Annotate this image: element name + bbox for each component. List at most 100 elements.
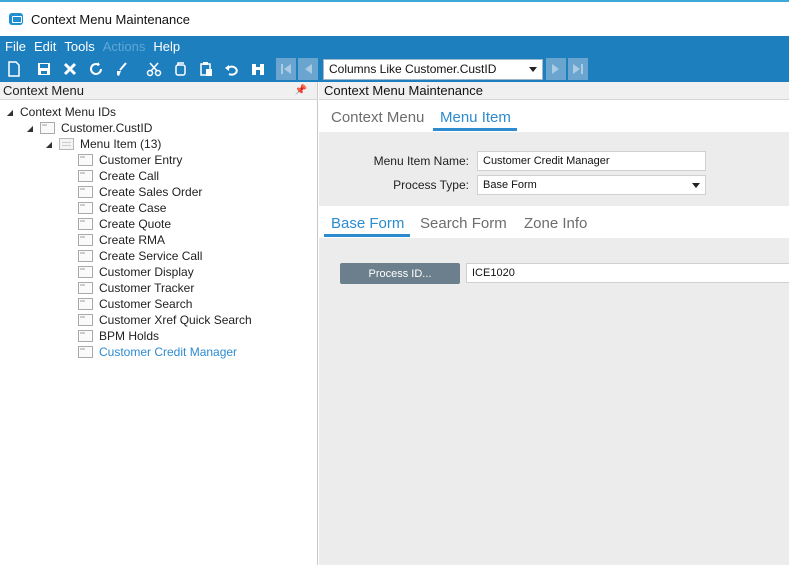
document-icon	[78, 330, 93, 342]
tree-leaf-item[interactable]: Customer Search	[0, 296, 317, 312]
menu-tools[interactable]: Tools	[64, 39, 94, 54]
document-icon	[40, 122, 55, 134]
menu-item-name-label: Menu Item Name:	[373, 154, 469, 168]
tab-context-menu[interactable]: Context Menu	[331, 109, 424, 126]
tree-leaf-label: Create Sales Order	[99, 185, 203, 199]
tree-root-label: Context Menu IDs	[20, 105, 117, 119]
document-icon	[78, 202, 93, 214]
document-icon	[78, 282, 93, 294]
next-record-button[interactable]	[546, 58, 566, 80]
tree-leaf-item[interactable]: Customer Credit Manager	[0, 344, 317, 360]
menu-edit[interactable]: Edit	[34, 39, 56, 54]
document-icon	[78, 346, 93, 358]
main-tabs: Context Menu Menu Item	[319, 100, 789, 132]
tree-leaf-item[interactable]: Customer Entry	[0, 152, 317, 168]
context-menu-panel: Context Menu 📌 ◢ Context Menu IDs ◢ Cust…	[0, 82, 318, 565]
document-icon	[78, 298, 93, 310]
tree-node-menu-item[interactable]: ◢ Menu Item (13)	[0, 136, 317, 152]
tree-leaf-label: Create RMA	[99, 233, 166, 247]
tree-leaf-label: Create Service Call	[99, 249, 203, 263]
tree-leaf-item[interactable]: Create Sales Order	[0, 184, 317, 200]
list-icon	[59, 138, 74, 150]
tree-view: ◢ Context Menu IDs ◢ Customer.CustID ◢ M…	[0, 100, 317, 360]
search-combo-value: Columns Like Customer.CustID	[329, 62, 497, 76]
tree-leaf-label: Customer Entry	[99, 153, 183, 167]
process-id-field[interactable]: ICE1020	[466, 263, 789, 283]
document-icon	[78, 154, 93, 166]
document-icon	[78, 170, 93, 182]
tree-leaf-item[interactable]: Customer Display	[0, 264, 317, 280]
binoculars-icon[interactable]	[248, 59, 268, 79]
document-icon	[78, 218, 93, 230]
tree-leaf-item[interactable]: Create RMA	[0, 232, 317, 248]
document-icon	[78, 314, 93, 326]
tree-leaf-item[interactable]: BPM Holds	[0, 328, 317, 344]
tree-node-label: Menu Item (13)	[80, 137, 162, 151]
refresh-icon[interactable]	[86, 59, 106, 79]
tree-node-label: Customer.CustID	[61, 121, 153, 135]
first-record-button[interactable]	[276, 58, 296, 80]
tree-leaf-label: Create Call	[99, 169, 160, 183]
collapse-icon[interactable]: ◢	[6, 108, 14, 117]
active-tab-indicator	[324, 234, 410, 237]
tree-leaf-item[interactable]: Create Quote	[0, 216, 317, 232]
search-combo[interactable]: Columns Like Customer.CustID	[323, 58, 543, 80]
panel-title: Context Menu	[3, 83, 84, 98]
process-type-select[interactable]: Base Form	[477, 175, 706, 195]
menu-file[interactable]: File	[5, 39, 26, 54]
tree-leaf-label: Create Quote	[99, 217, 172, 231]
tree-root[interactable]: ◢ Context Menu IDs	[0, 104, 317, 120]
process-tabs: Base Form Search Form Zone Info	[319, 206, 789, 238]
tree-leaf-item[interactable]: Create Case	[0, 200, 317, 216]
tree-node-custid[interactable]: ◢ Customer.CustID	[0, 120, 317, 136]
tab-menu-item[interactable]: Menu Item	[440, 109, 511, 126]
maintenance-panel: Context Menu Maintenance Context Menu Me…	[319, 82, 789, 565]
collapse-icon[interactable]: ◢	[45, 140, 53, 149]
document-icon	[78, 234, 93, 246]
pin-icon[interactable]: 📌	[295, 85, 307, 96]
panel-header: Context Menu Maintenance	[319, 82, 789, 100]
tree-leaf-item[interactable]: Create Call	[0, 168, 317, 184]
copy-icon[interactable]	[170, 59, 190, 79]
chevron-down-icon[interactable]	[692, 183, 700, 188]
document-icon	[78, 186, 93, 198]
previous-record-button[interactable]	[298, 58, 318, 80]
active-tab-indicator	[433, 128, 517, 131]
cut-icon[interactable]	[144, 59, 164, 79]
process-type-value: Base Form	[483, 179, 537, 191]
tree-leaf-label: BPM Holds	[99, 329, 160, 343]
undo-icon[interactable]	[222, 59, 242, 79]
document-icon	[78, 266, 93, 278]
collapse-icon[interactable]: ◢	[26, 124, 34, 133]
toolbar: Columns Like Customer.CustID	[0, 56, 789, 82]
tab-base-form[interactable]: Base Form	[331, 215, 404, 232]
menu-help[interactable]: Help	[153, 39, 180, 54]
tab-search-form[interactable]: Search Form	[420, 215, 507, 232]
tree-leaf-label: Create Case	[99, 201, 167, 215]
chevron-down-icon[interactable]	[529, 66, 537, 72]
tree-leaf-item[interactable]: Create Service Call	[0, 248, 317, 264]
new-icon[interactable]	[4, 59, 24, 79]
panel-header: Context Menu 📌	[0, 82, 317, 100]
last-record-button[interactable]	[568, 58, 588, 80]
tab-zone-info[interactable]: Zone Info	[524, 215, 587, 232]
tree-leaf-label: Customer Display	[99, 265, 194, 279]
tree-leaf-label: Customer Xref Quick Search	[99, 313, 252, 327]
save-icon[interactable]	[34, 59, 54, 79]
menu-actions: Actions	[102, 38, 146, 54]
app-icon	[9, 13, 23, 25]
tree-leaf-item[interactable]: Customer Xref Quick Search	[0, 312, 317, 328]
process-id-button[interactable]: Process ID...	[340, 263, 460, 284]
title-bar: Context Menu Maintenance	[0, 0, 789, 36]
process-type-label: Process Type:	[393, 178, 469, 192]
tree-leaf-label: Customer Search	[99, 297, 193, 311]
document-icon	[78, 250, 93, 262]
window-title: Context Menu Maintenance	[31, 11, 190, 27]
menu-item-name-field[interactable]: Customer Credit Manager	[477, 151, 706, 171]
delete-icon[interactable]	[60, 59, 80, 79]
paste-icon[interactable]	[196, 59, 216, 79]
menu-bar: File Edit Tools Actions Help	[0, 36, 789, 56]
clear-icon[interactable]	[112, 59, 132, 79]
tree-leaf-label: Customer Tracker	[99, 281, 195, 295]
tree-leaf-item[interactable]: Customer Tracker	[0, 280, 317, 296]
